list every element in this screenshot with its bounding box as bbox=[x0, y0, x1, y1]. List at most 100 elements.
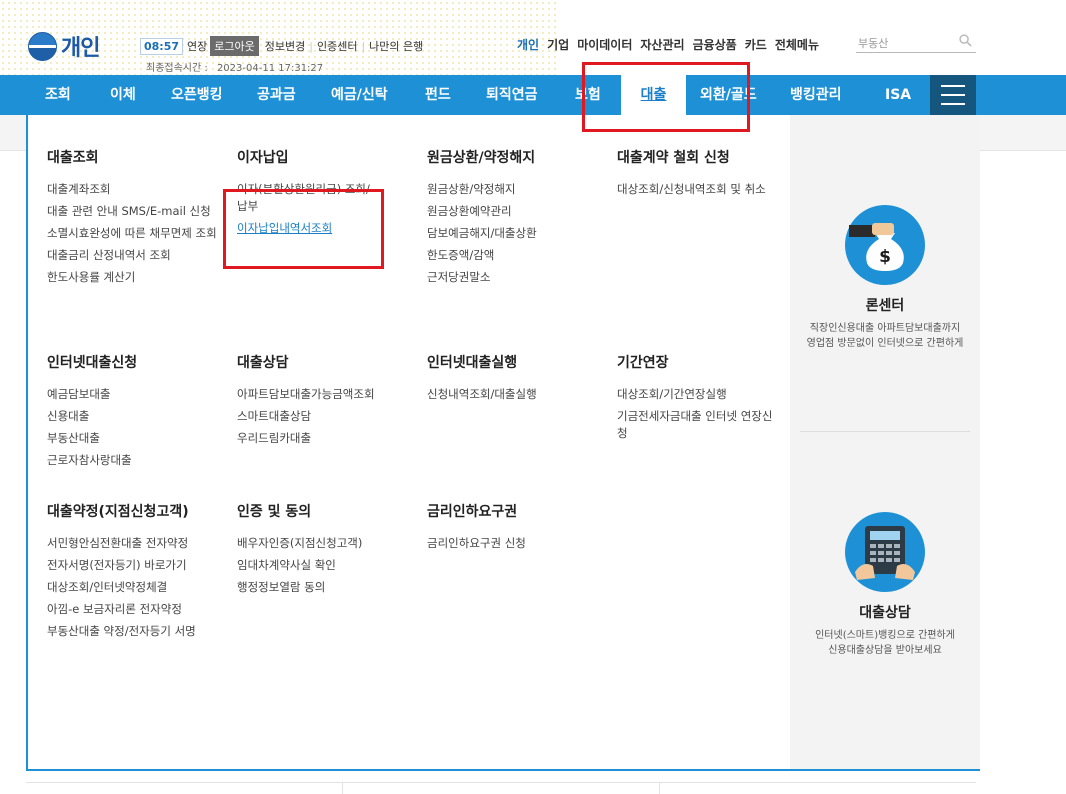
menu-group-rate-reduction: 금리인하요구권 금리인하요구권 신청 bbox=[427, 501, 607, 557]
promo-desc: 인터넷(스마트)뱅킹으로 간편하게 신용대출상담을 받아보세요 bbox=[790, 628, 980, 658]
menu-item[interactable]: 우리드림카대출 bbox=[237, 430, 417, 447]
gnb-fund[interactable]: 펀드 bbox=[425, 75, 451, 115]
menu-item[interactable]: 신청내역조회/대출실행 bbox=[427, 386, 607, 403]
menu-item[interactable]: 신용대출 bbox=[47, 408, 227, 425]
menu-item[interactable]: 담보예금해지/대출상환 bbox=[427, 225, 607, 242]
highlight-box-loan-tab bbox=[582, 62, 750, 132]
gnb-inquiry[interactable]: 조회 bbox=[45, 75, 71, 115]
menu-group-title: 인터넷대출실행 bbox=[427, 355, 518, 371]
calculator-icon bbox=[845, 512, 925, 592]
gnb-isa[interactable]: ISA bbox=[885, 75, 911, 115]
gnb-banking-mgmt[interactable]: 뱅킹관리 bbox=[790, 75, 842, 115]
menu-group-title: 기간연장 bbox=[617, 355, 669, 371]
main-nav: 조회 이체 오픈뱅킹 공과금 예금/신탁 펀드 퇴직연금 보험 대출 외환/골드… bbox=[0, 75, 1066, 115]
topnav-corporate[interactable]: 기업 bbox=[547, 36, 569, 53]
menu-group-loan-inquiry: 대출조회 대출계좌조회 대출 관련 안내 SMS/E-mail 신청 소멸시효완… bbox=[47, 147, 227, 291]
highlight-box-interest-statement bbox=[223, 189, 384, 269]
menu-item[interactable]: 기금전세자금대출 인터넷 연장신청 bbox=[617, 408, 777, 442]
logo[interactable]: 개인 bbox=[28, 30, 100, 62]
promo-divider bbox=[800, 431, 970, 432]
footer-divider bbox=[342, 783, 343, 794]
search-icon[interactable] bbox=[959, 34, 972, 47]
gnb-pension[interactable]: 퇴직연금 bbox=[486, 75, 538, 115]
promo-desc-line: 직장인신용대출 아파트담보대출까지 bbox=[809, 323, 961, 334]
menu-item[interactable]: 아낌-e 보금자리론 전자약정 bbox=[47, 601, 227, 618]
menu-group-loan-consult: 대출상담 아파트담보대출가능금액조회 스마트대출상담 우리드림카대출 bbox=[237, 352, 417, 452]
menu-group-internet-loan-exec: 인터넷대출실행 신청내역조회/대출실행 bbox=[427, 352, 607, 408]
menu-group-term-extension: 기간연장 대상조회/기간연장실행 기금전세자금대출 인터넷 연장신청 bbox=[617, 352, 777, 447]
my-bank-link[interactable]: 나만의 은행 bbox=[369, 38, 423, 54]
topnav-mydata[interactable]: 마이데이터 bbox=[577, 36, 632, 53]
gnb-deposit-trust[interactable]: 예금/신탁 bbox=[331, 75, 388, 115]
topnav-personal[interactable]: 개인 bbox=[517, 36, 539, 53]
utility-bar: 08:57 연장 로그아웃 정보변경 | 인증센터 | 나만의 은행 bbox=[140, 36, 423, 56]
promo-desc: 직장인신용대출 아파트담보대출까지 영업점 방문없이 인터넷으로 간편하게 bbox=[790, 321, 980, 351]
menu-group-repayment: 원금상환/약정해지 원금상환/약정해지 원금상환예약관리 담보예금해지/대출상환… bbox=[427, 147, 607, 291]
info-change-link[interactable]: 정보변경 bbox=[265, 38, 305, 54]
menu-item[interactable]: 임대차계약사실 확인 bbox=[237, 557, 417, 574]
footer-divider bbox=[659, 783, 660, 794]
menu-item[interactable]: 소멸시효완성에 따른 채무면제 조회 bbox=[47, 225, 227, 242]
promo-sidebar: $ 론센터 직장인신용대출 아파트담보대출까지 영업점 방문없이 인터넷으로 간… bbox=[790, 115, 980, 769]
search-input[interactable]: 부동산 bbox=[856, 33, 976, 53]
topnav-card[interactable]: 카드 bbox=[745, 36, 767, 53]
money-bag-icon: $ bbox=[845, 205, 925, 285]
menu-group-title: 원금상환/약정해지 bbox=[427, 150, 536, 166]
menu-group-title: 인터넷대출신청 bbox=[47, 355, 138, 371]
cert-center-link[interactable]: 인증센터 bbox=[317, 38, 357, 54]
topnav-all-menu[interactable]: 전체메뉴 bbox=[775, 36, 819, 53]
menu-group-internet-loan-apply: 인터넷대출신청 예금담보대출 신용대출 부동산대출 근로자참사랑대출 bbox=[47, 352, 227, 474]
topnav-products[interactable]: 금융상품 bbox=[693, 36, 737, 53]
menu-item[interactable]: 예금담보대출 bbox=[47, 386, 227, 403]
header: 개인 08:57 연장 로그아웃 정보변경 | 인증센터 | 나만의 은행 최종… bbox=[0, 0, 1066, 75]
menu-item[interactable]: 부동산대출 약정/전자등기 서명 bbox=[47, 623, 227, 640]
divider: | bbox=[309, 39, 313, 53]
logout-button[interactable]: 로그아웃 bbox=[210, 36, 259, 56]
menu-item[interactable]: 행정정보열람 동의 bbox=[237, 579, 417, 596]
extend-session-button[interactable]: 연장 bbox=[187, 38, 207, 54]
menu-item[interactable]: 대출금리 산정내역서 조회 bbox=[47, 247, 227, 264]
logo-text: 개인 bbox=[61, 36, 100, 61]
menu-item[interactable]: 한도사용률 계산기 bbox=[47, 269, 227, 286]
menu-item[interactable]: 원금상환예약관리 bbox=[427, 203, 607, 220]
menu-group-loan-agreement: 대출약정(지점신청고객) 서민형안심전환대출 전자약정 전자서명(전자등기) 바… bbox=[47, 501, 227, 645]
promo-loan-consult[interactable]: 대출상담 인터넷(스마트)뱅킹으로 간편하게 신용대출상담을 받아보세요 bbox=[790, 512, 980, 658]
menu-group-title: 대출상담 bbox=[237, 355, 289, 371]
menu-group-title: 대출계약 철회 신청 bbox=[617, 150, 730, 166]
menu-item[interactable]: 대출계좌조회 bbox=[47, 181, 227, 198]
menu-group-title: 이자납입 bbox=[237, 150, 289, 166]
menu-item[interactable]: 서민형안심전환대출 전자약정 bbox=[47, 535, 227, 552]
gnb-openbanking[interactable]: 오픈뱅킹 bbox=[171, 75, 223, 115]
menu-item[interactable]: 근저당권말소 bbox=[427, 269, 607, 286]
menu-item[interactable]: 대상조회/인터넷약정체결 bbox=[47, 579, 227, 596]
promo-loan-center[interactable]: $ 론센터 직장인신용대출 아파트담보대출까지 영업점 방문없이 인터넷으로 간… bbox=[790, 205, 980, 351]
promo-title: 론센터 bbox=[865, 298, 905, 314]
bank-logo-icon bbox=[28, 31, 57, 61]
divider: | bbox=[361, 39, 366, 53]
menu-item[interactable]: 금리인하요구권 신청 bbox=[427, 535, 607, 552]
menu-item[interactable]: 한도증액/감액 bbox=[427, 247, 607, 264]
menu-item[interactable]: 부동산대출 bbox=[47, 430, 227, 447]
promo-desc-line: 신용대출상담을 받아보세요 bbox=[828, 645, 942, 656]
menu-item[interactable]: 근로자참사랑대출 bbox=[47, 452, 227, 469]
menu-group-title: 대출조회 bbox=[47, 150, 99, 166]
menu-icon[interactable] bbox=[930, 75, 976, 115]
menu-item[interactable]: 대상조회/신청내역조회 및 취소 bbox=[617, 181, 777, 198]
menu-item[interactable]: 전자서명(전자등기) 바로가기 bbox=[47, 557, 227, 574]
footer-line bbox=[26, 782, 976, 783]
last-login-value: 2023-04-11 17:31:27 bbox=[216, 63, 324, 74]
gnb-transfer[interactable]: 이체 bbox=[110, 75, 136, 115]
promo-desc-line: 영업점 방문없이 인터넷으로 간편하게 bbox=[806, 338, 964, 349]
menu-item[interactable]: 아파트담보대출가능금액조회 bbox=[237, 386, 417, 403]
top-nav: 개인 기업 마이데이터 자산관리 금융상품 카드 전체메뉴 bbox=[517, 36, 827, 53]
last-login: 최종접속시간 : 2023-04-11 17:31:27 bbox=[146, 59, 323, 74]
menu-item[interactable]: 스마트대출상담 bbox=[237, 408, 417, 425]
gnb-utility-bills[interactable]: 공과금 bbox=[257, 75, 296, 115]
session-timer: 08:57 bbox=[140, 37, 184, 55]
topnav-asset[interactable]: 자산관리 bbox=[640, 36, 684, 53]
menu-group-contract-withdrawal: 대출계약 철회 신청 대상조회/신청내역조회 및 취소 bbox=[617, 147, 777, 203]
menu-item[interactable]: 대상조회/기간연장실행 bbox=[617, 386, 777, 403]
menu-item[interactable]: 배우자인증(지점신청고객) bbox=[237, 535, 417, 552]
menu-item[interactable]: 대출 관련 안내 SMS/E-mail 신청 bbox=[47, 203, 227, 220]
menu-item[interactable]: 원금상환/약정해지 bbox=[427, 181, 607, 198]
